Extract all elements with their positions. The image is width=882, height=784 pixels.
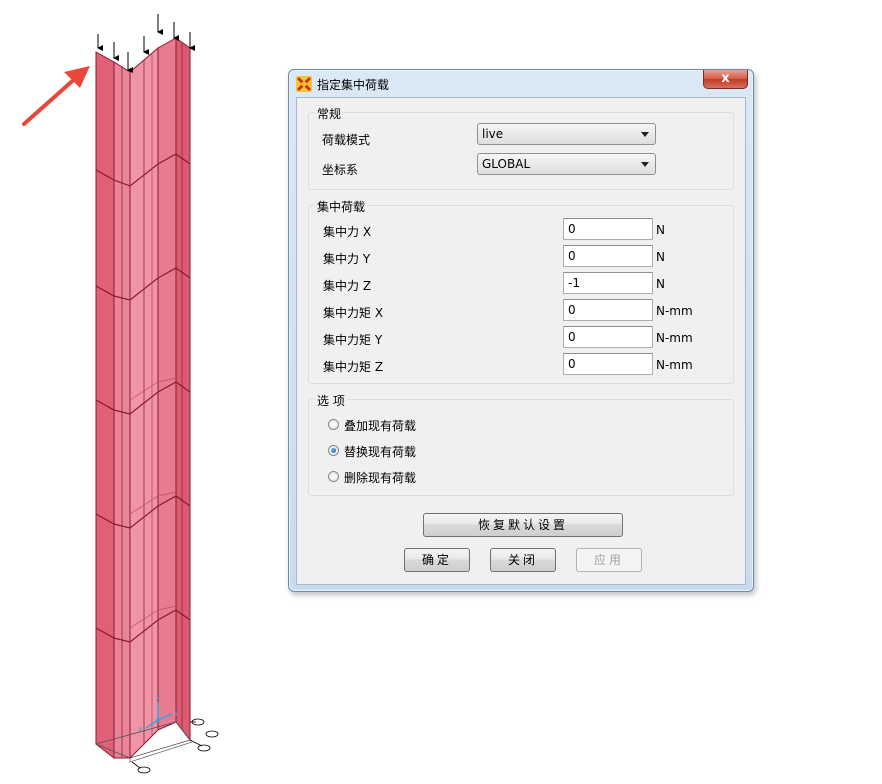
force-z-label: 集中力 Z <box>323 279 372 293</box>
delete-existing-label[interactable]: 删除现有荷载 <box>344 469 416 486</box>
dialog-content: 常规 荷载模式 live 坐标系 GLOBAL 集中荷载 集中力 X N 集中力… <box>296 97 746 585</box>
ok-button[interactable]: 确定 <box>404 548 470 572</box>
moment-y-input[interactable] <box>563 326 653 348</box>
replace-existing-label[interactable]: 替换现有荷载 <box>344 443 416 460</box>
restore-defaults-button[interactable]: 恢复默认设置 <box>423 513 623 537</box>
axis-z-label: Z <box>156 694 161 702</box>
load-mode-label: 荷载模式 <box>322 133 371 147</box>
moment-z-input[interactable] <box>563 353 653 375</box>
close-button[interactable]: 关闭 <box>490 548 556 572</box>
moment-x-input[interactable] <box>563 299 653 321</box>
coordinate-system-value: GLOBAL <box>482 157 531 171</box>
moment-z-label: 集中力矩 Z <box>323 360 384 374</box>
radio-delete-existing[interactable] <box>328 471 339 482</box>
force-x-input[interactable] <box>563 218 653 240</box>
radio-replace-existing[interactable] <box>328 445 339 456</box>
assign-point-load-dialog: 指定集中荷载 x 常规 荷载模式 live 坐标系 GLOBAL 集中荷载 集中… <box>288 69 754 592</box>
moment-z-unit: N-mm <box>656 358 693 372</box>
apply-button[interactable]: 应用 <box>576 548 642 572</box>
point-load-group-label: 集中荷载 <box>315 198 368 215</box>
options-group-label: 选 项 <box>315 392 347 409</box>
app-icon <box>296 76 312 92</box>
general-group-label: 常规 <box>315 105 344 122</box>
coordinate-system-dropdown[interactable]: GLOBAL <box>477 153 656 175</box>
force-y-unit: N <box>656 250 665 264</box>
add-to-existing-label[interactable]: 叠加现有荷载 <box>344 417 416 434</box>
force-z-unit: N <box>656 277 665 291</box>
axis-y-label: Y <box>173 710 179 718</box>
load-mode-dropdown[interactable]: live <box>477 123 656 145</box>
force-z-input[interactable] <box>563 272 653 294</box>
red-pointer-arrow-icon <box>22 66 90 126</box>
model-viewport[interactable]: Z X Y <box>0 0 280 784</box>
moment-y-unit: N-mm <box>656 331 693 345</box>
load-mode-value: live <box>482 127 504 141</box>
chevron-down-icon <box>641 132 649 137</box>
dialog-title: 指定集中荷载 <box>317 78 390 92</box>
axis-x-label: X <box>138 726 143 734</box>
chevron-down-icon <box>641 162 649 167</box>
steel-column[interactable] <box>94 37 193 763</box>
force-x-unit: N <box>656 223 665 237</box>
close-window-button[interactable]: x <box>703 70 748 89</box>
force-x-label: 集中力 X <box>323 225 372 239</box>
title-bar[interactable]: 指定集中荷载 x <box>289 70 753 97</box>
radio-add-to-existing[interactable] <box>328 419 339 430</box>
moment-x-label: 集中力矩 X <box>323 306 384 320</box>
moment-y-label: 集中力矩 Y <box>323 333 383 347</box>
moment-x-unit: N-mm <box>656 304 693 318</box>
force-y-label: 集中力 Y <box>323 252 371 266</box>
coordinate-system-label: 坐标系 <box>322 163 359 177</box>
force-y-input[interactable] <box>563 245 653 267</box>
